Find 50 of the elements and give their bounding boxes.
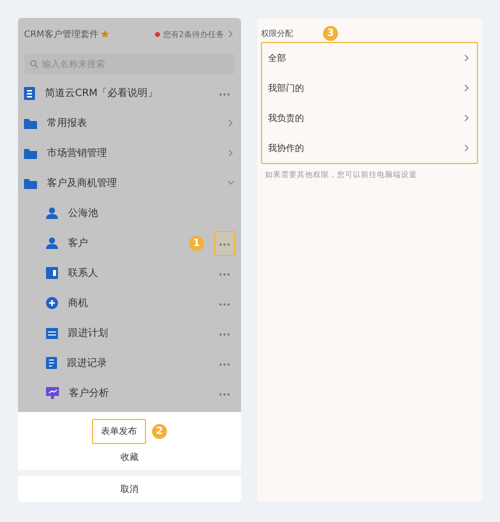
chevron-right-icon[interactable] — [227, 149, 235, 157]
permission-option[interactable]: 我负责的 — [268, 112, 304, 124]
document-icon — [24, 86, 35, 100]
more-icon — [219, 362, 230, 366]
folder-icon — [24, 148, 37, 158]
plus-circle-icon — [46, 297, 58, 309]
chart-icon — [46, 387, 59, 399]
section-title: 权限分配 — [261, 28, 293, 38]
person-icon — [46, 207, 58, 219]
folder-icon — [24, 118, 37, 128]
item-label: 公海池 — [68, 206, 99, 220]
folder-icon — [24, 178, 37, 188]
item-label: 常用报表 — [47, 116, 88, 130]
app-title: CRM客户管理套件 — [24, 28, 98, 40]
step-marker: 2 — [152, 424, 167, 438]
permission-option[interactable]: 我部门的 — [268, 82, 304, 94]
chevron-right-icon[interactable] — [463, 114, 471, 122]
item-label: 跟进记录 — [67, 356, 108, 370]
more-icon — [219, 332, 230, 336]
record-icon — [46, 357, 57, 369]
chevron-right-icon[interactable] — [463, 144, 471, 152]
alert-dot-icon — [154, 32, 160, 36]
item-label: 客户及商机管理 — [47, 176, 118, 190]
item-label: 联系人 — [68, 266, 99, 280]
permission-option[interactable]: 全部 — [268, 52, 286, 64]
step-marker: 3 — [323, 26, 338, 40]
more-icon — [219, 242, 230, 246]
item-label: 客户 — [68, 236, 89, 250]
chevron-right-icon[interactable] — [227, 119, 235, 127]
chevron-down-icon[interactable] — [227, 179, 235, 187]
more-icon — [219, 302, 230, 306]
sheet-option[interactable]: 表单发布 — [92, 418, 146, 444]
more-icon — [219, 392, 230, 396]
item-label: 简道云CRM「必看说明」 — [45, 86, 159, 100]
more-button[interactable] — [214, 230, 235, 256]
item-label: 客户分析 — [69, 386, 110, 400]
contact-card-icon — [46, 267, 58, 279]
chevron-right-icon[interactable] — [463, 54, 471, 62]
item-label: 跟进计划 — [68, 326, 109, 340]
more-icon — [219, 272, 230, 276]
list-icon — [46, 328, 58, 338]
item-label: 市场营销管理 — [47, 146, 108, 160]
step-marker: 1 — [189, 236, 204, 250]
star-icon[interactable] — [101, 30, 110, 38]
item-label: 商机 — [68, 296, 89, 310]
person-icon — [46, 237, 58, 249]
permission-option[interactable]: 我协作的 — [268, 142, 304, 154]
more-icon — [219, 92, 230, 96]
chevron-right-icon[interactable] — [227, 30, 235, 38]
chevron-right-icon[interactable] — [463, 84, 471, 92]
